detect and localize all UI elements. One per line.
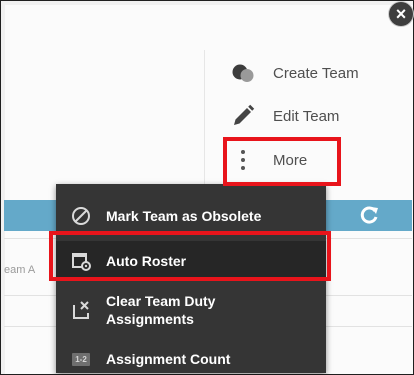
refresh-icon[interactable] (357, 203, 381, 227)
menu-item-label: Mark Team as Obsolete (106, 208, 262, 224)
team-circles-icon (230, 60, 256, 86)
menu-item-label: Clear Team Duty Assignments (106, 293, 216, 327)
actions-divider (204, 50, 205, 200)
clear-assignment-icon (56, 299, 106, 321)
menu-item-label: Assignment Count (106, 351, 231, 367)
grid-column-header: eam A (4, 264, 36, 276)
edit-team-label: Edit Team (273, 107, 340, 125)
auto-roster-highlight-box (49, 231, 331, 281)
create-team-button[interactable]: Create Team (230, 55, 359, 91)
count-icon: 1-2 (72, 352, 90, 366)
menu-item-mark-obsolete[interactable]: Mark Team as Obsolete (56, 196, 326, 236)
create-team-label: Create Team (273, 64, 359, 82)
close-icon[interactable]: × (389, 2, 413, 26)
more-highlight-box (223, 137, 341, 186)
menu-item-assignment-count[interactable]: 1-2 Assignment Count (56, 344, 326, 374)
pencil-icon (230, 103, 256, 129)
ban-icon (56, 205, 106, 227)
edit-team-button[interactable]: Edit Team (230, 98, 339, 134)
menu-item-clear-duty-assignments[interactable]: Clear Team Duty Assignments (56, 282, 326, 338)
